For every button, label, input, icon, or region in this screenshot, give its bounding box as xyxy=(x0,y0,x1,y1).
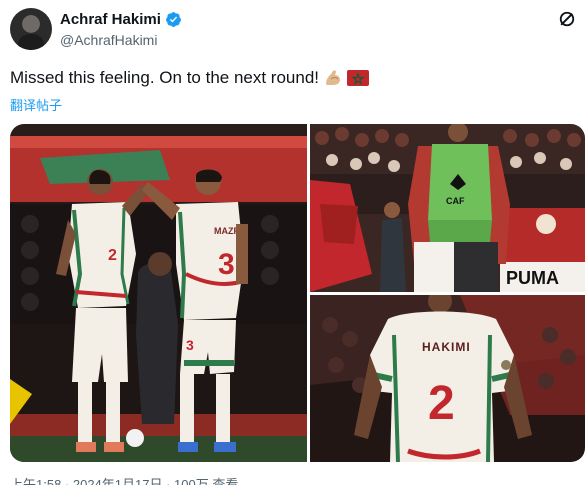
jersey-number-right: 3 xyxy=(218,248,235,281)
tweet-timestamp[interactable]: 上午1:58 · 2024年1月17日 · 100万 查看 xyxy=(10,474,238,485)
author-handle[interactable]: @AchrafHakimi xyxy=(60,32,157,48)
verified-badge-icon xyxy=(165,11,181,27)
photo-hakimi-back[interactable]: HAKIMI 2 xyxy=(310,295,585,462)
bib-caf-text: CAF xyxy=(446,196,465,206)
translate-post-link[interactable]: 翻译帖子 xyxy=(10,95,62,114)
morocco-flag-emoji-icon xyxy=(347,70,370,86)
media-grid: 2 MAZR 3 3 PUMA CAF HAKIMI 2 xyxy=(10,124,585,462)
author-name[interactable]: Achraf Hakimi xyxy=(60,11,161,28)
author-name-row: Achraf Hakimi xyxy=(60,9,182,29)
tweet-header: Achraf Hakimi @AchrafHakimi xyxy=(0,0,585,60)
avatar[interactable] xyxy=(10,8,52,50)
jersey-number-left: 2 xyxy=(108,247,117,264)
tweet-text: Missed this feeling. On to the next roun… xyxy=(10,66,370,90)
flexed-biceps-emoji-icon xyxy=(326,70,341,85)
jersey-name-hakimi: HAKIMI xyxy=(422,340,471,354)
grok-icon[interactable] xyxy=(557,9,577,29)
shorts-number: 3 xyxy=(186,337,194,353)
photo-substitute-bib[interactable]: PUMA CAF xyxy=(310,124,585,292)
ad-board-puma: PUMA xyxy=(506,268,559,288)
jersey-number-2: 2 xyxy=(428,377,455,430)
tweet-body: Missed this feeling. On to the next roun… xyxy=(10,68,320,87)
photo-high-five[interactable]: 2 MAZR 3 3 xyxy=(10,124,307,462)
